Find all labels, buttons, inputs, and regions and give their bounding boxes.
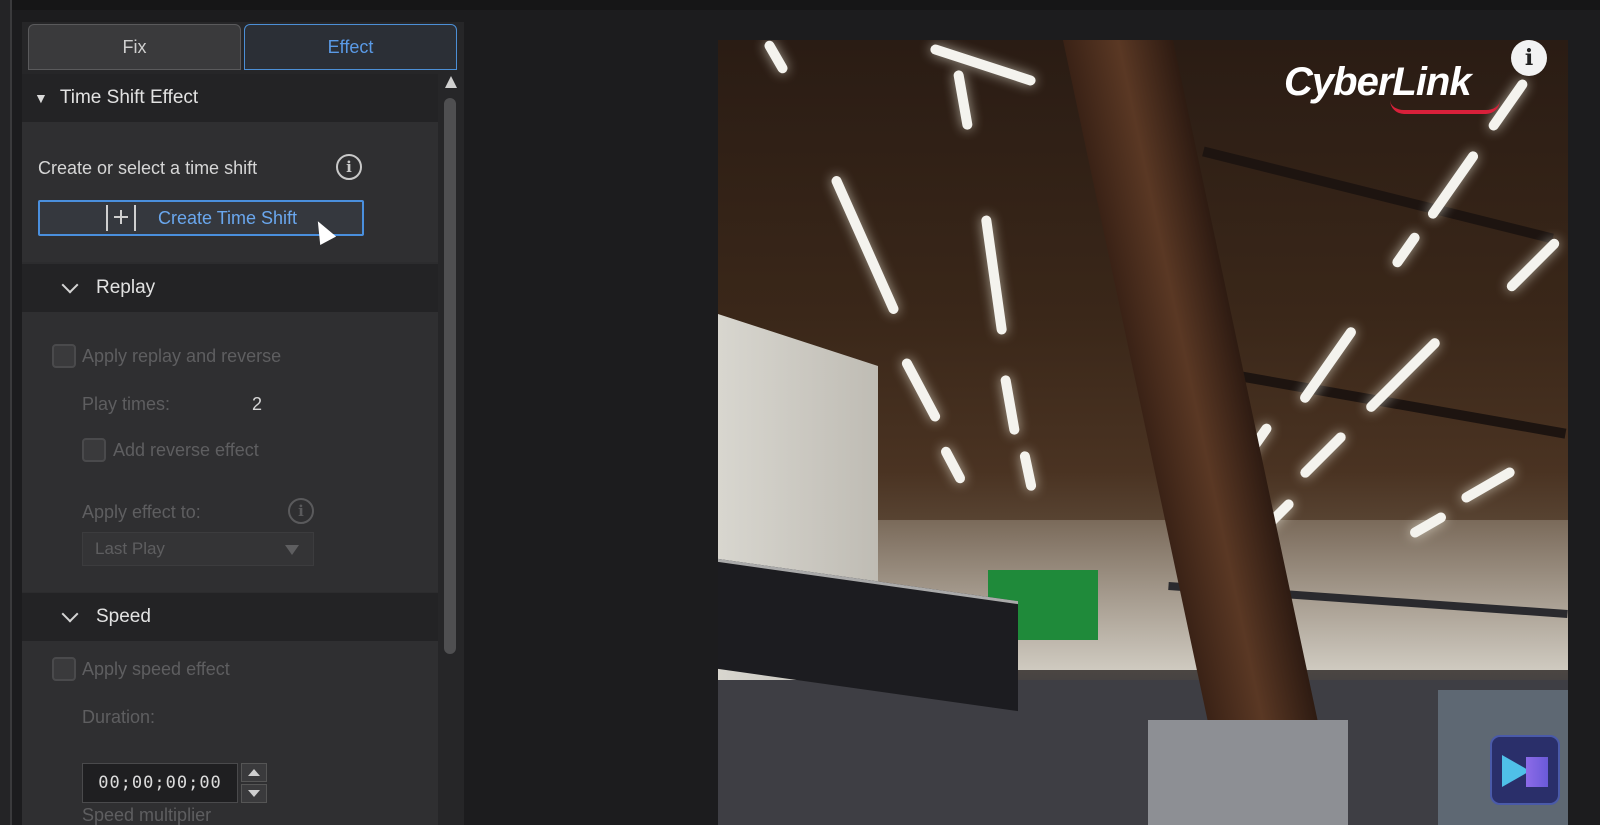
apply-effect-to-label: Apply effect to:: [82, 502, 201, 522]
replay-section-header[interactable]: Replay: [22, 264, 438, 312]
preview-light: [999, 374, 1021, 436]
duration-timecode-input[interactable]: 00;00;00;00: [82, 763, 238, 803]
preview-light: [939, 444, 967, 486]
preview-light: [980, 214, 1008, 336]
duration-label: Duration:: [82, 707, 156, 727]
replay-title: Replay: [96, 277, 156, 298]
speed-section-header[interactable]: Speed: [22, 593, 438, 641]
cyberlink-logo: CyberLink: [1284, 60, 1472, 104]
apply-speed-label: Apply speed effect: [82, 659, 230, 679]
panel-content: ▼ Time Shift Effect Create or select a t…: [22, 74, 438, 825]
tab-bar: Fix Effect: [28, 24, 458, 70]
cyberlink-logo-swoosh: [1390, 100, 1500, 114]
tab-fix[interactable]: Fix: [28, 24, 241, 70]
preview-light: [1298, 430, 1348, 480]
preview-light: [929, 43, 1037, 87]
top-strip: [0, 0, 1600, 10]
preview-box: [1148, 720, 1348, 825]
app-window: Fix Effect ▼ Time Shift Effect Create or…: [0, 0, 1600, 825]
preview-light: [1459, 465, 1517, 505]
apply-effect-info-icon[interactable]: i: [288, 498, 314, 524]
left-edge-bar: [0, 0, 12, 825]
preview-light: [1504, 236, 1562, 294]
info-icon[interactable]: i: [336, 154, 362, 180]
preview-light: [1390, 230, 1422, 270]
preview-info-icon[interactable]: i: [1511, 40, 1547, 76]
scroll-up-arrow-icon[interactable]: [445, 76, 457, 88]
preview-beam: [1202, 146, 1554, 244]
collapse-triangle-icon: ▼: [34, 90, 48, 106]
time-shift-title: Time Shift Effect: [59, 87, 199, 108]
replay-section-body: Apply replay and reverse Play times: 2 A…: [22, 312, 438, 592]
speed-multiplier-label: Speed multiplier: [82, 805, 212, 825]
video-preview[interactable]: [718, 40, 1568, 825]
apply-speed-checkbox[interactable]: [52, 657, 76, 681]
add-reverse-checkbox[interactable]: [82, 438, 106, 462]
preview-light: [829, 174, 901, 316]
add-time-shift-icon: [106, 205, 136, 231]
create-time-shift-label: Create Time Shift: [158, 207, 298, 228]
preview-light: [952, 69, 974, 131]
tab-effect[interactable]: Effect: [244, 24, 457, 70]
preview-light: [1018, 450, 1038, 492]
play-times-label: Play times:: [82, 394, 171, 414]
time-shift-section-header[interactable]: ▼ Time Shift Effect: [22, 74, 438, 122]
play-times-value[interactable]: 2: [252, 394, 262, 415]
preview-light: [900, 356, 942, 424]
effects-panel: Fix Effect ▼ Time Shift Effect Create or…: [22, 22, 464, 825]
apply-replay-checkbox[interactable]: [52, 344, 76, 368]
apply-effect-to-value: Last Play: [95, 539, 165, 558]
apply-replay-label: Apply replay and reverse: [82, 346, 282, 366]
time-shift-prompt: Create or select a time shift: [38, 158, 258, 178]
chevron-down-icon: [61, 605, 79, 623]
add-reverse-label: Add reverse effect: [113, 440, 259, 460]
speed-title: Speed: [96, 606, 151, 627]
scroll-thumb[interactable]: [444, 98, 456, 654]
apply-effect-to-dropdown[interactable]: Last Play: [82, 532, 314, 566]
app-badge-icon: [1490, 735, 1560, 805]
preview-light: [762, 40, 790, 76]
dropdown-arrow-icon: [285, 545, 299, 555]
panel-scrollbar[interactable]: [440, 74, 460, 825]
time-shift-section-body: Create or select a time shift i: [22, 122, 438, 262]
spin-up-icon[interactable]: [241, 763, 267, 782]
spin-down-icon[interactable]: [241, 784, 267, 803]
chevron-down-icon: [61, 276, 79, 294]
